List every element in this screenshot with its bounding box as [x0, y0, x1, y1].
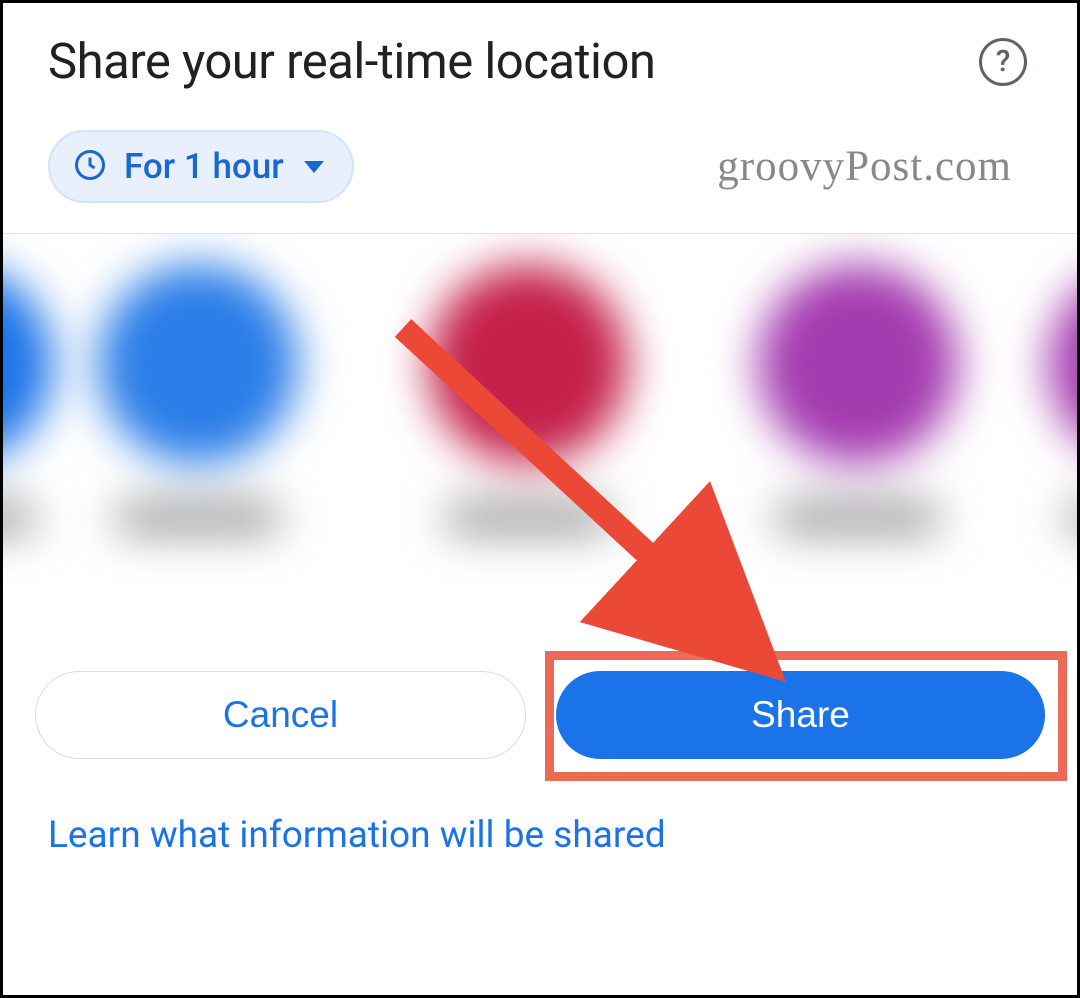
dialog-title: Share your real-time location — [48, 33, 655, 90]
chip-row: For 1 hour groovyPost.com — [3, 110, 1077, 233]
contacts-strip[interactable] — [3, 233, 1077, 643]
clock-icon — [72, 147, 108, 187]
contact-avatar[interactable] — [3, 234, 68, 532]
cancel-button[interactable]: Cancel — [35, 671, 526, 759]
duration-label: For 1 hour — [124, 146, 284, 187]
contact-avatar[interactable] — [413, 234, 643, 532]
watermark-text: groovyPost.com — [717, 142, 1012, 191]
contact-avatar[interactable] — [1033, 234, 1077, 532]
chevron-down-icon — [304, 161, 324, 173]
contact-avatar[interactable] — [83, 234, 313, 532]
share-location-dialog: Share your real-time location ? For 1 ho… — [3, 3, 1077, 995]
share-button[interactable]: Share — [556, 671, 1045, 759]
duration-chip[interactable]: For 1 hour — [48, 130, 354, 203]
help-icon[interactable]: ? — [979, 38, 1027, 86]
action-buttons-row: Cancel Share — [3, 643, 1077, 779]
contact-avatar[interactable] — [743, 234, 973, 532]
learn-more-link[interactable]: Learn what information will be shared — [48, 814, 666, 857]
dialog-header: Share your real-time location ? — [3, 3, 1077, 110]
footer: Learn what information will be shared — [3, 779, 1077, 877]
